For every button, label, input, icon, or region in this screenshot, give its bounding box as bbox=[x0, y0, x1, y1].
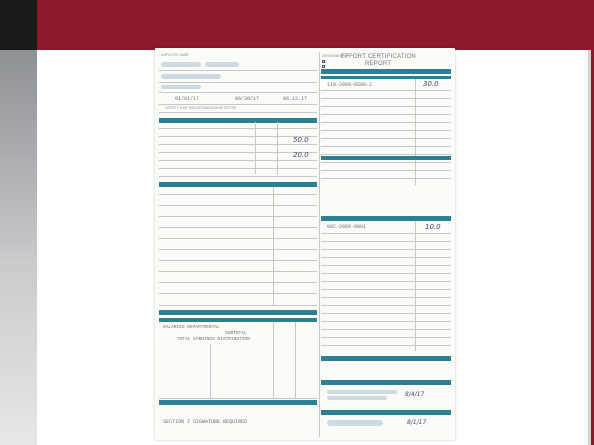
account-number-2: 06C-2069-0001 bbox=[327, 224, 367, 230]
subtotal-line1: SALARIES DEPARTMENTAL bbox=[163, 325, 220, 330]
right-section-1-subheader bbox=[321, 76, 451, 79]
footer-text: SECTION I SIGNATURE REQUIRED bbox=[163, 419, 248, 425]
date-from: 01/01/17 bbox=[175, 96, 200, 102]
date-issued: 06.12.17 bbox=[283, 96, 308, 102]
redacted-cert-text bbox=[327, 390, 397, 394]
signature-date-2: 8/1/17 bbox=[407, 419, 427, 426]
section-a-header bbox=[159, 118, 317, 123]
date-to: 06/30/17 bbox=[235, 96, 260, 102]
right-section-3-header bbox=[321, 216, 451, 221]
left-band bbox=[0, 0, 37, 445]
employee-info-label: EMPLOYEE NAME bbox=[161, 53, 189, 57]
right-section-2-header bbox=[321, 156, 451, 160]
value-b-handwritten: 20.0 bbox=[293, 151, 309, 159]
effort-certification-form: DEPARTMENT OF EFFORT CERTIFICATION REPOR… bbox=[155, 48, 455, 440]
redacted-line bbox=[161, 85, 201, 89]
redacted-id bbox=[205, 62, 239, 67]
account-number-1: 119-2069-0509-2 bbox=[327, 82, 373, 88]
checkbox-1 bbox=[322, 60, 325, 63]
section-footer-header bbox=[159, 400, 317, 405]
percent-1: 30.0 bbox=[423, 80, 439, 88]
percent-2: 10.0 bbox=[425, 223, 441, 231]
section-b-header bbox=[159, 182, 317, 187]
subtotal-line2: SUBTOTAL bbox=[225, 331, 247, 336]
right-section-4-header bbox=[321, 356, 451, 361]
redacted-department bbox=[161, 74, 221, 79]
value-a-handwritten: 50.0 bbox=[293, 136, 309, 144]
form-title-line1: EFFORT CERTIFICATION bbox=[341, 54, 416, 60]
header-bar bbox=[37, 0, 594, 50]
instructions-line: CERTIFY THAT THE DISTRIBUTION OF EFFORT bbox=[165, 106, 237, 110]
right-section-1-header bbox=[321, 69, 451, 74]
redacted-signature bbox=[327, 420, 383, 426]
subtotal-line3: TOTAL EARNINGS DISTRIBUTION bbox=[177, 337, 250, 342]
redacted-cert-text-2 bbox=[327, 396, 387, 400]
signature-date-1: 8/4/17 bbox=[405, 391, 425, 398]
section-c-header bbox=[159, 310, 317, 315]
right-section-6-header bbox=[321, 410, 451, 415]
slide: DEPARTMENT OF EFFORT CERTIFICATION REPOR… bbox=[0, 0, 594, 445]
checkbox-2 bbox=[322, 65, 325, 68]
section-c-subheader bbox=[159, 318, 317, 322]
redacted-name bbox=[161, 62, 201, 67]
right-section-5-header bbox=[321, 380, 451, 385]
form-title-line2: REPORT bbox=[365, 61, 392, 67]
